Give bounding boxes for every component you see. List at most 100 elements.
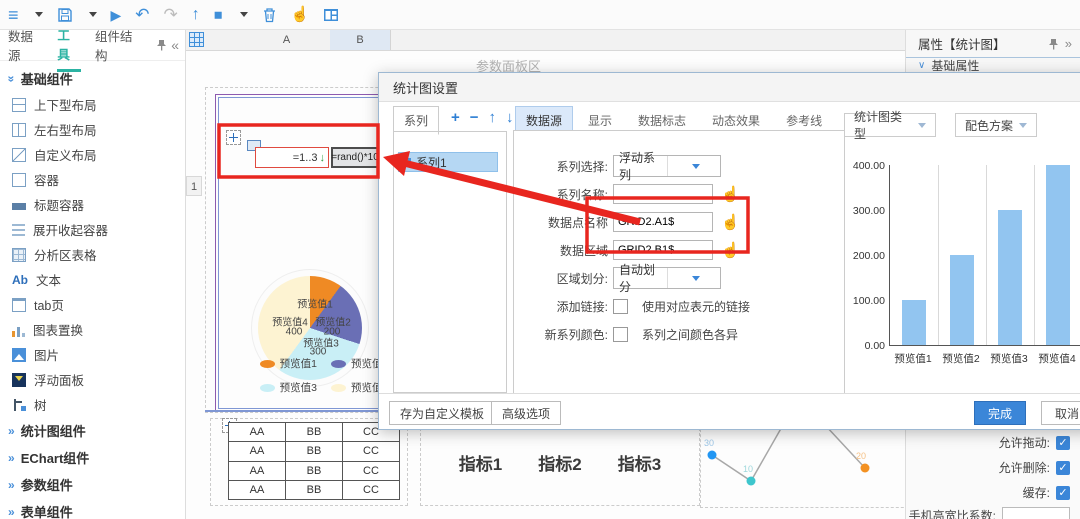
data-area-input[interactable]: [613, 240, 713, 260]
add-series-button[interactable]: +: [451, 109, 460, 126]
formula-cell-series[interactable]: =1..3 ↓: [255, 147, 329, 168]
data-point: [708, 451, 717, 460]
section-parameter-components[interactable]: »参数组件: [0, 471, 185, 498]
bar: [1046, 165, 1070, 345]
delete-icon[interactable]: [262, 7, 277, 23]
layout-left-right-icon: [12, 123, 26, 137]
move-handle-icon[interactable]: [226, 130, 241, 145]
preview-table[interactable]: AABBCC AABBCC AABBCC AABBCC: [228, 422, 400, 500]
series-item-icon: [402, 157, 413, 167]
dropdown-caret-icon: [1019, 123, 1027, 128]
sidebar-item-analysis-table[interactable]: 分析区表格: [0, 242, 185, 267]
sidebar-item-floating-panel[interactable]: 浮动面板: [0, 367, 185, 392]
aspect-ratio-input[interactable]: [1002, 507, 1070, 519]
legend-swatch: [331, 360, 346, 368]
menu-caret-icon[interactable]: [35, 12, 43, 17]
x-tick-label: 预览值1: [889, 351, 937, 366]
sidebar-item-layout-top-bottom[interactable]: 上下型布局: [0, 92, 185, 117]
cell-picker-hand-icon[interactable]: ☝: [721, 187, 740, 202]
save-template-button[interactable]: 存为自定义模板: [389, 401, 495, 425]
dropdown-caret-icon: [918, 123, 926, 128]
table-row: AABBCC: [229, 480, 400, 499]
sidebar-item-text[interactable]: Ab文本: [0, 267, 185, 292]
sidebar-item-layout-left-right[interactable]: 左右型布局: [0, 117, 185, 142]
tab-structure[interactable]: 组件结构: [95, 20, 142, 70]
sidebar-item-title-container[interactable]: 标题容器: [0, 192, 185, 217]
point-label: 10: [743, 464, 753, 474]
sidebar-item-tree[interactable]: 树: [0, 392, 185, 417]
chevron-right-icon: »: [8, 424, 15, 438]
advanced-options-button[interactable]: 高级选项: [491, 401, 561, 425]
use-cell-link-checkbox[interactable]: [613, 299, 628, 314]
move-up-button[interactable]: ↑: [489, 109, 497, 126]
sheet-corner-icon[interactable]: [189, 32, 204, 47]
series-list: 系列1: [393, 131, 507, 393]
sidebar-item-container[interactable]: 容器: [0, 167, 185, 192]
save-caret-icon[interactable]: [89, 12, 97, 17]
formula-cell-rand[interactable]: =rand()*10: [331, 147, 379, 168]
title-container-icon: [12, 203, 26, 210]
expand-panel-icon[interactable]: »: [1065, 36, 1072, 51]
tab-datasource[interactable]: 数据源: [8, 20, 43, 70]
sidebar-item-collapse-container[interactable]: 展开收起容器: [0, 217, 185, 242]
section-basic-properties[interactable]: ∨ 基础属性: [906, 57, 1080, 73]
section-echart-components[interactable]: »EChart组件: [0, 444, 185, 471]
series-list-item[interactable]: 系列1: [398, 152, 498, 172]
table-row: AABBCC: [229, 442, 400, 461]
x-axis-labels: 预览值1 预览值2 预览值3 预览值4: [889, 351, 1080, 366]
bar: [950, 255, 974, 345]
legend-swatch: [260, 384, 275, 392]
property-row-cache: 缓存: ✓: [906, 480, 1080, 505]
section-form-components[interactable]: »表单组件: [0, 498, 185, 519]
allow-drag-checkbox[interactable]: ✓: [1056, 436, 1070, 450]
paste-arrow-icon: ↓: [320, 152, 326, 164]
section-chart-components[interactable]: »统计图组件: [0, 417, 185, 444]
chart-settings-dialog: 统计图设置 系列 + − ↑ ↓ 系列1 数据源 显示 数据标志 动态效果 参考…: [378, 72, 1080, 430]
row-header-1[interactable]: 1: [186, 176, 202, 196]
table-row: AABBCC: [229, 461, 400, 480]
allow-delete-checkbox[interactable]: ✓: [1056, 461, 1070, 475]
hand-icon[interactable]: ☝: [291, 7, 310, 22]
metric-label: 指标3: [618, 450, 661, 475]
move-down-button[interactable]: ↓: [506, 109, 514, 126]
column-header-strip: A B: [186, 30, 905, 51]
tab-tools[interactable]: 工具: [57, 19, 81, 72]
finish-button[interactable]: 完成: [974, 401, 1026, 425]
form-row-new-series-color: 新系列颜色: 系列之间颜色各异: [514, 323, 844, 345]
series-name-input[interactable]: [613, 184, 713, 204]
sidebar-item-tab-page[interactable]: tab页: [0, 292, 185, 317]
sidebar-item-chart-switch[interactable]: 图表置换: [0, 317, 185, 342]
distinct-colors-checkbox[interactable]: [613, 327, 628, 342]
legend-item: 预览值3: [260, 380, 317, 395]
format-caret-icon[interactable]: [240, 12, 248, 17]
format-brush-icon[interactable]: ◆: [211, 6, 227, 22]
upload-icon[interactable]: ↑: [192, 7, 200, 23]
pin-icon[interactable]: [156, 39, 167, 51]
redo-icon[interactable]: ↷: [164, 6, 178, 23]
collapse-sidebar-icon[interactable]: «: [171, 37, 179, 53]
x-tick-label: 预览值4: [1033, 351, 1080, 366]
x-tick-label: 预览值2: [937, 351, 985, 366]
chart-type-button[interactable]: 统计图类型: [844, 113, 936, 137]
cancel-button[interactable]: 取消: [1041, 401, 1080, 425]
sidebar-item-layout-custom[interactable]: 自定义布局: [0, 142, 185, 167]
cell-picker-hand-icon[interactable]: ☝: [721, 243, 740, 258]
data-point-name-input[interactable]: [613, 212, 713, 232]
column-header-b[interactable]: B: [330, 30, 391, 50]
color-scheme-button[interactable]: 配色方案: [955, 113, 1037, 137]
cache-checkbox[interactable]: ✓: [1056, 486, 1070, 500]
panel-icon[interactable]: [323, 8, 339, 22]
property-panel-top: 属性【统计图】 » ∨ 基础属性: [905, 30, 1080, 72]
pin-icon[interactable]: [1048, 38, 1059, 50]
sidebar-item-image[interactable]: 图片: [0, 342, 185, 367]
cell-picker-hand-icon[interactable]: ☝: [721, 215, 740, 230]
column-header-a[interactable]: A: [243, 30, 331, 50]
remove-series-button[interactable]: −: [470, 109, 479, 126]
point-label: 20: [856, 451, 866, 461]
y-tick-label: 300.00: [841, 205, 885, 217]
bar-slot: [890, 165, 938, 345]
data-point: [747, 477, 756, 486]
region-division-dropdown[interactable]: 自动划分: [613, 267, 721, 289]
series-toolbar: + − ↑ ↓: [451, 109, 514, 126]
series-select-dropdown[interactable]: 浮动系列: [613, 155, 721, 177]
